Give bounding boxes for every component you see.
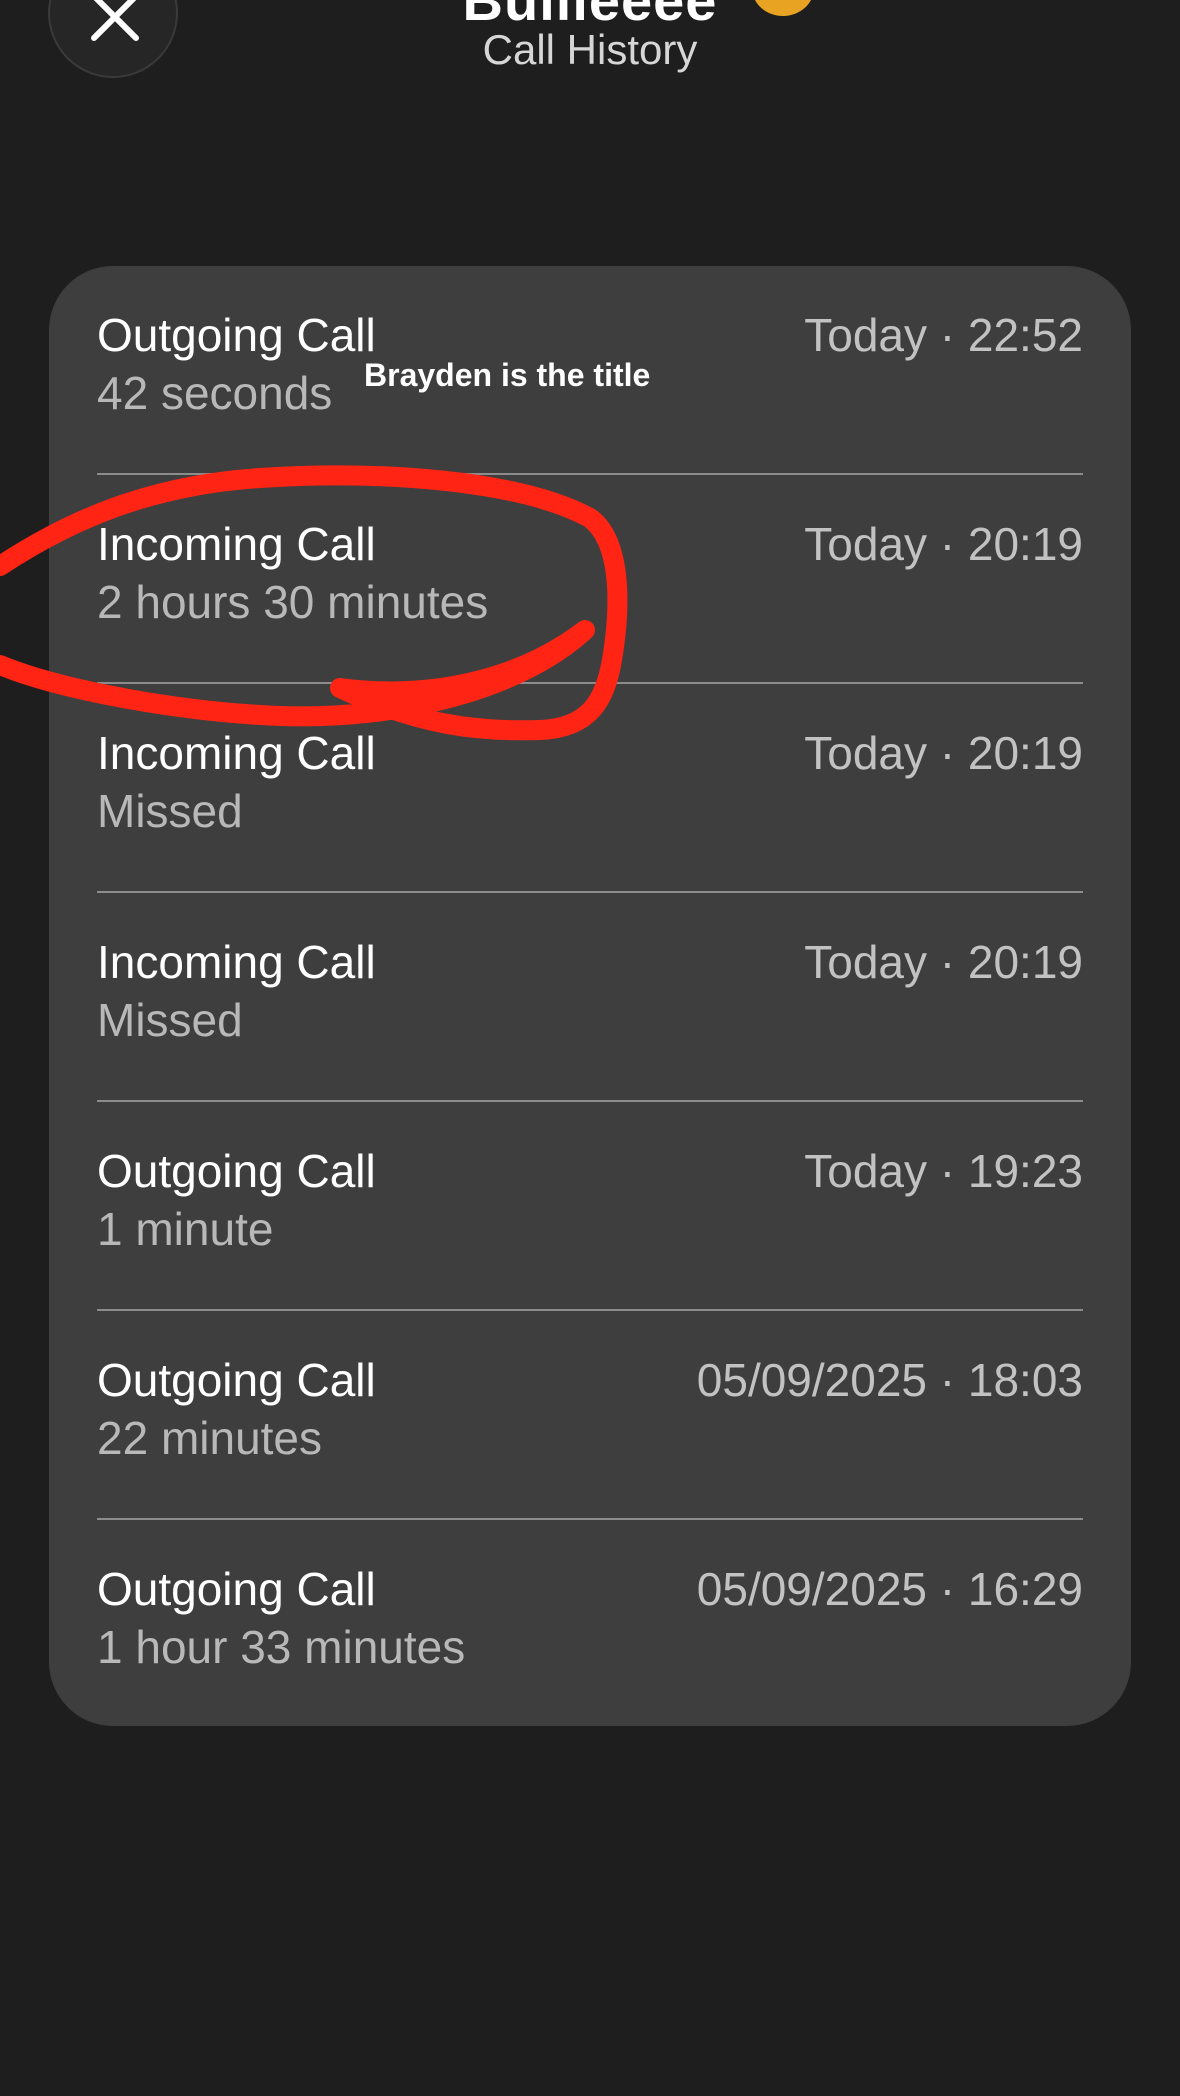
call-timestamp: Today · 20:19 [804,727,1083,779]
call-timestamp: Today · 22:52 [804,309,1083,361]
call-row[interactable]: Incoming Call 2 hours 30 minutes Today ·… [97,473,1083,684]
call-row[interactable]: Outgoing Call 1 minute Today · 19:23 [97,1100,1083,1311]
call-timestamp: Today · 19:23 [804,1145,1083,1197]
call-timestamp: Today · 20:19 [804,518,1083,570]
call-type: Incoming Call [97,518,376,570]
call-type: Outgoing Call [97,309,376,361]
call-row[interactable]: Incoming Call Missed Today · 20:19 [97,682,1083,893]
page-subtitle: Call History [482,26,698,73]
call-duration: 1 minute [97,1203,274,1255]
call-duration: 22 minutes [97,1412,323,1464]
call-type: Incoming Call [97,936,376,988]
call-history-list: Outgoing Call 42 seconds Today · 22:52 I… [49,266,1131,1726]
overlay-caption: Brayden is the title [364,357,651,393]
call-type: Outgoing Call [97,1563,376,1615]
call-timestamp: Today · 20:19 [804,936,1083,988]
call-row[interactable]: Outgoing Call 1 hour 33 minutes 05/09/20… [97,1518,1083,1726]
call-type: Outgoing Call [97,1145,376,1197]
call-row[interactable]: Incoming Call Missed Today · 20:19 [97,891,1083,1102]
call-duration: 2 hours 30 minutes [97,576,489,628]
call-timestamp: 05/09/2025 · 18:03 [696,1354,1083,1406]
call-type: Outgoing Call [97,1354,376,1406]
call-type: Incoming Call [97,727,376,779]
call-duration: 42 seconds [97,367,333,419]
call-timestamp: 05/09/2025 · 16:29 [696,1563,1083,1615]
call-row[interactable]: Outgoing Call 22 minutes 05/09/2025 · 18… [97,1309,1083,1520]
call-status: Missed [97,785,243,837]
call-duration: 1 hour 33 minutes [97,1621,466,1673]
call-status: Missed [97,994,243,1046]
